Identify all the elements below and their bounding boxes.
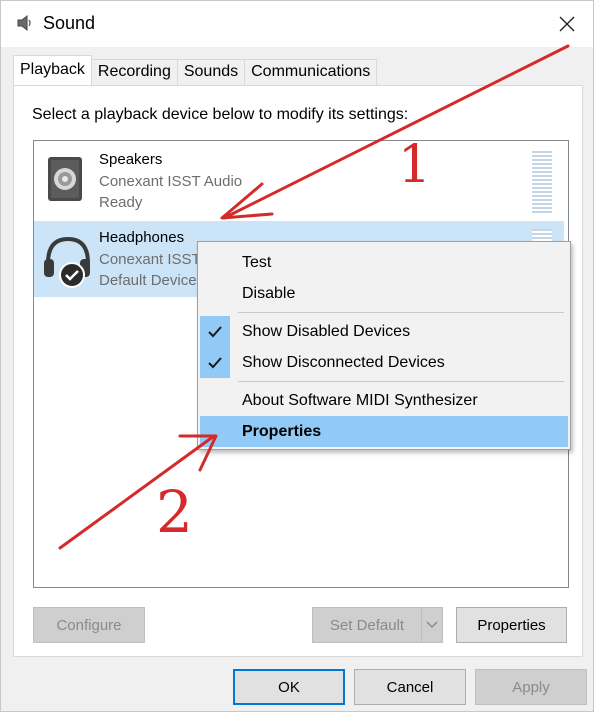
menu-item-show-disconnected[interactable]: Show Disconnected Devices	[200, 347, 568, 378]
instructions-text: Select a playback device below to modify…	[32, 106, 409, 123]
menu-item-label: Test	[242, 254, 272, 271]
configure-button[interactable]: Configure	[33, 607, 145, 643]
headphones-device-icon	[42, 231, 90, 289]
ok-button[interactable]: OK	[233, 669, 345, 705]
window-title: Sound	[43, 13, 96, 33]
menu-item-about-midi[interactable]: About Software MIDI Synthesizer	[200, 385, 568, 416]
menu-item-label: Show Disconnected Devices	[242, 354, 445, 371]
volume-level-meter	[532, 151, 552, 213]
context-menu: Test Disable Show Disabled Devices Show …	[197, 241, 571, 450]
tab-playback[interactable]: Playback	[13, 55, 92, 85]
speaker-icon	[15, 13, 35, 33]
close-button[interactable]	[549, 7, 585, 41]
properties-button[interactable]: Properties	[456, 607, 567, 643]
menu-item-label: About Software MIDI Synthesizer	[242, 392, 478, 409]
menu-item-test[interactable]: Test	[200, 247, 568, 278]
speaker-device-icon	[42, 153, 90, 211]
title-bar: Sound	[1, 1, 593, 47]
device-driver: Conexant ISST Audio	[99, 173, 243, 190]
close-icon	[559, 16, 575, 32]
menu-item-properties[interactable]: Properties	[200, 416, 568, 447]
device-name: Speakers	[99, 151, 163, 168]
tab-communications[interactable]: Communications	[244, 59, 378, 85]
menu-separator	[238, 381, 564, 382]
menu-item-label: Disable	[242, 285, 296, 302]
set-default-dropdown[interactable]	[421, 607, 443, 643]
tab-sounds[interactable]: Sounds	[176, 59, 246, 85]
device-speakers[interactable]: Speakers Conexant ISST Audio Ready	[34, 143, 564, 219]
device-name: Headphones	[99, 229, 185, 246]
device-status: Ready	[99, 194, 143, 211]
tab-strip: Playback Recording Sounds Communications	[13, 55, 378, 85]
tab-recording[interactable]: Recording	[90, 59, 178, 85]
menu-separator	[238, 312, 564, 313]
apply-button[interactable]: Apply	[475, 669, 587, 705]
cancel-button[interactable]: Cancel	[354, 669, 466, 705]
set-default-button[interactable]: Set Default	[312, 607, 422, 643]
chevron-down-icon	[426, 621, 438, 629]
menu-item-label: Show Disabled Devices	[242, 323, 411, 340]
menu-item-show-disabled[interactable]: Show Disabled Devices	[200, 316, 568, 347]
device-status: Default Device	[99, 272, 197, 289]
menu-item-disable[interactable]: Disable	[200, 278, 568, 309]
device-driver: Conexant ISST	[99, 251, 201, 268]
menu-item-label: Properties	[242, 423, 322, 440]
